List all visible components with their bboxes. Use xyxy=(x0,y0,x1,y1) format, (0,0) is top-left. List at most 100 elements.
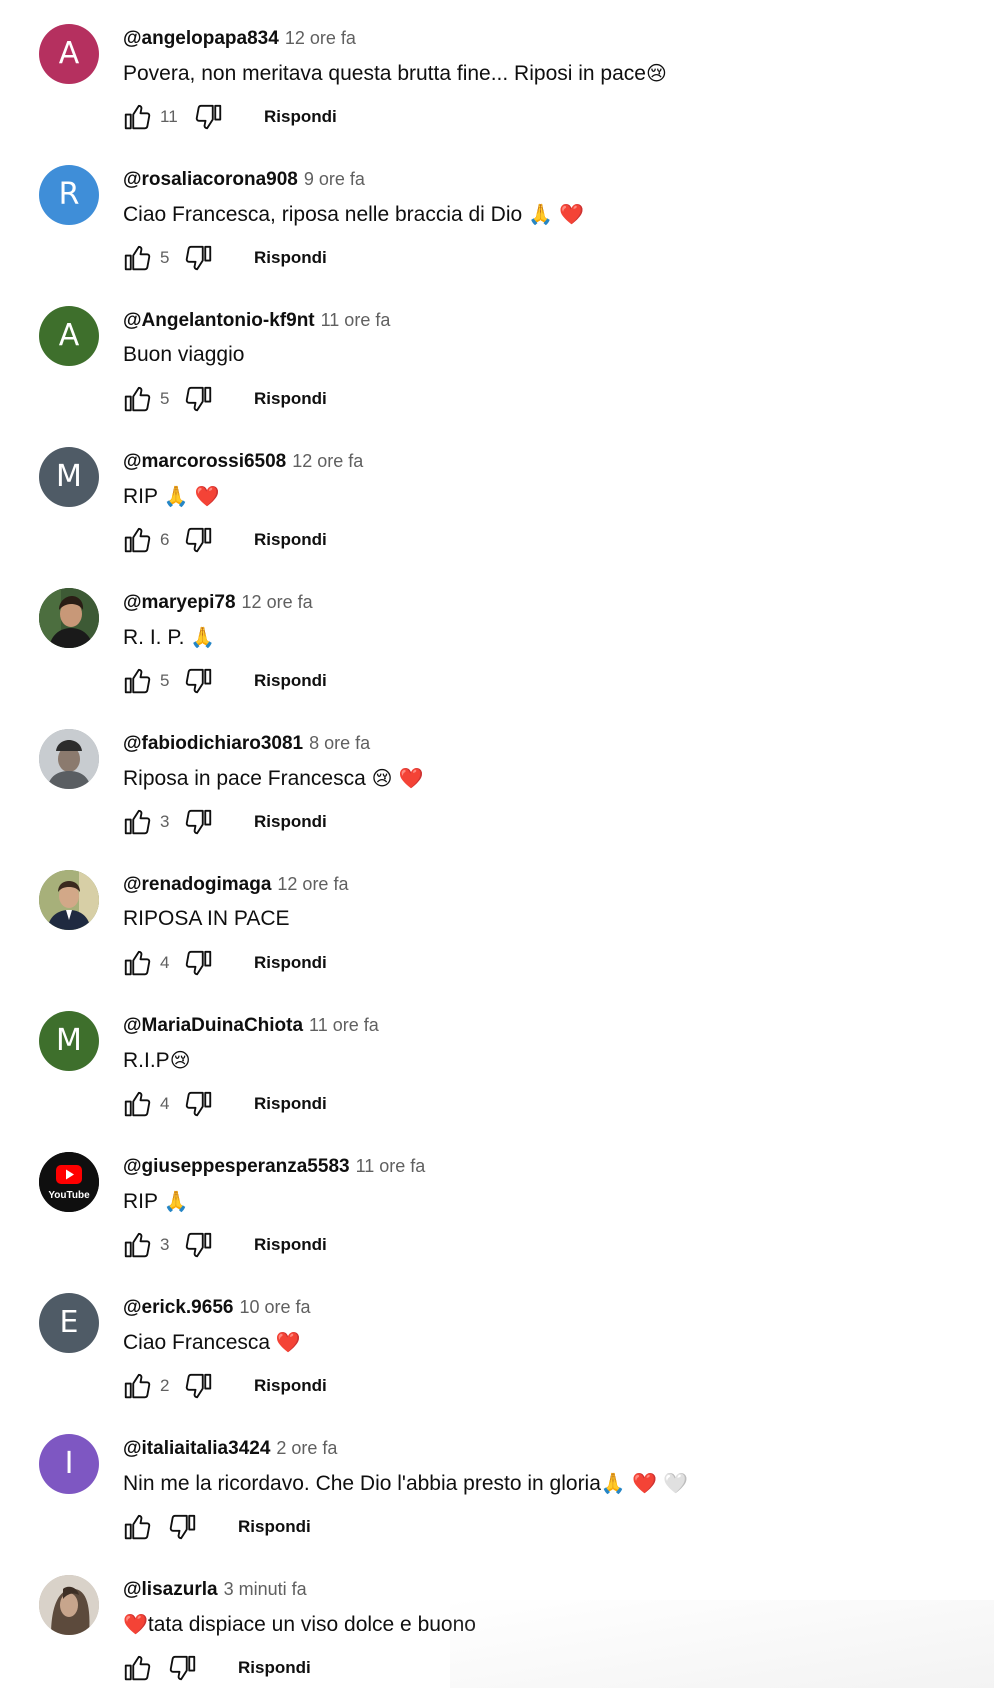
comment-author[interactable]: @MariaDuinaChiota xyxy=(123,1015,303,1036)
dislike-button[interactable] xyxy=(182,1369,216,1403)
thumbs-up-icon xyxy=(124,809,151,835)
reply-button[interactable]: Rispondi xyxy=(264,107,337,127)
avatar[interactable]: A xyxy=(39,24,99,84)
like-button[interactable] xyxy=(120,1510,154,1544)
comment-author[interactable]: @angelopapa834 xyxy=(123,28,279,49)
thumbs-up-icon xyxy=(124,668,151,694)
comment-text: RIPOSA IN PACE xyxy=(123,905,290,933)
thumbs-up-icon xyxy=(124,386,151,412)
comment-time[interactable]: 12 ore fa xyxy=(292,451,363,471)
comment-text-content: RIP xyxy=(123,485,158,508)
reply-button[interactable]: Rispondi xyxy=(254,530,327,550)
like-count: 3 xyxy=(160,1235,170,1254)
like-button[interactable] xyxy=(120,1369,154,1403)
like-button[interactable] xyxy=(120,1087,154,1121)
like-count: 5 xyxy=(160,248,170,267)
comment-author[interactable]: @italiaitalia3424 xyxy=(123,1438,270,1459)
comment-author[interactable]: @maryepi78 xyxy=(123,592,236,613)
dislike-button[interactable] xyxy=(182,1228,216,1262)
thumbs-up-icon xyxy=(124,1373,151,1399)
dislike-button[interactable] xyxy=(182,946,216,980)
dislike-button[interactable] xyxy=(182,382,216,416)
comment-time[interactable]: 12 ore fa xyxy=(285,28,356,48)
comment-author[interactable]: @erick.9656 xyxy=(123,1297,233,1318)
like-button[interactable] xyxy=(120,664,154,698)
profile-photo-icon xyxy=(39,870,99,930)
avatar[interactable]: M xyxy=(39,1011,99,1071)
like-button[interactable] xyxy=(120,523,154,557)
comment-author[interactable]: @renadogimaga xyxy=(123,874,271,895)
reply-button[interactable]: Rispondi xyxy=(254,1094,327,1114)
comment-time[interactable]: 12 ore fa xyxy=(242,592,313,612)
dislike-button[interactable] xyxy=(166,1510,200,1544)
like-button[interactable] xyxy=(120,946,154,980)
thumbs-down-icon xyxy=(185,1091,212,1117)
avatar[interactable]: I xyxy=(39,1434,99,1494)
comment-time[interactable]: 3 minuti fa xyxy=(224,1579,307,1599)
avatar[interactable]: A xyxy=(39,306,99,366)
comment-author[interactable]: @lisazurla xyxy=(123,1579,218,1600)
dislike-button[interactable] xyxy=(182,664,216,698)
comment-time[interactable]: 9 ore fa xyxy=(304,169,365,189)
comment-author[interactable]: @fabiodichiaro3081 xyxy=(123,733,303,754)
avatar[interactable] xyxy=(39,588,99,648)
comment-header: @erick.9656 10 ore fa xyxy=(123,1295,311,1320)
comment-time[interactable]: 11 ore fa xyxy=(309,1015,379,1035)
comment-actions: 5 Rispondi xyxy=(120,664,327,698)
avatar[interactable]: M xyxy=(39,447,99,507)
reply-button[interactable]: Rispondi xyxy=(254,1235,327,1255)
reply-button[interactable]: Rispondi xyxy=(254,953,327,973)
dislike-button[interactable] xyxy=(166,1651,200,1685)
avatar-letter: E xyxy=(59,1305,79,1340)
comment-author[interactable]: @giuseppesperanza5583 xyxy=(123,1156,350,1177)
like-button[interactable] xyxy=(120,100,154,134)
comment-time[interactable]: 11 ore fa xyxy=(356,1156,426,1176)
comment-author[interactable]: @Angelantonio-kf9nt xyxy=(123,310,315,331)
comment-emoji: ❤️ xyxy=(123,1612,148,1636)
comment-time[interactable]: 8 ore fa xyxy=(309,733,370,753)
dislike-button[interactable] xyxy=(182,523,216,557)
reply-button[interactable]: Rispondi xyxy=(254,389,327,409)
reply-button[interactable]: Rispondi xyxy=(254,671,327,691)
like-button[interactable] xyxy=(120,805,154,839)
comment-text: R. I. P. 🙏 xyxy=(123,623,215,652)
avatar[interactable] xyxy=(39,729,99,789)
reply-button[interactable]: Rispondi xyxy=(238,1658,311,1678)
comment-time[interactable]: 2 ore fa xyxy=(276,1438,337,1458)
comment-author[interactable]: @rosaliacorona908 xyxy=(123,169,298,190)
reply-button[interactable]: Rispondi xyxy=(254,812,327,832)
like-button[interactable] xyxy=(120,241,154,275)
like-button[interactable] xyxy=(120,1228,154,1262)
dislike-button[interactable] xyxy=(182,1087,216,1121)
comment-item: E @erick.9656 10 ore fa Ciao Francesca ❤️… xyxy=(0,1269,994,1410)
comment-text-content: R.I.P xyxy=(123,1049,170,1072)
comment-item: @fabiodichiaro3081 8 ore fa Riposa in pac… xyxy=(0,705,994,846)
comment-emoji: 🙏 ❤️ xyxy=(528,202,585,226)
comment-time[interactable]: 11 ore fa xyxy=(321,310,391,330)
avatar[interactable]: R xyxy=(39,165,99,225)
avatar[interactable]: E xyxy=(39,1293,99,1353)
dislike-button[interactable] xyxy=(182,805,216,839)
avatar[interactable] xyxy=(39,870,99,930)
profile-photo-icon xyxy=(39,588,99,648)
avatar[interactable] xyxy=(39,1575,99,1635)
dislike-button[interactable] xyxy=(182,241,216,275)
comment-text-content: Riposa in pace Francesca xyxy=(123,767,366,790)
comment-emoji: 😢 xyxy=(645,61,667,85)
comment-text-content: Nin me la ricordavo. Che Dio l'abbia pre… xyxy=(123,1472,601,1495)
avatar[interactable]: YouTube xyxy=(39,1152,99,1212)
comment-time[interactable]: 10 ore fa xyxy=(239,1297,310,1317)
youtube-logo-icon: YouTube xyxy=(39,1152,99,1212)
thumbs-down-icon xyxy=(185,527,212,553)
like-button[interactable] xyxy=(120,382,154,416)
like-button[interactable] xyxy=(120,1651,154,1685)
comment-text: Riposa in pace Francesca 😢 ❤️ xyxy=(123,764,424,793)
comment-actions: 11 Rispondi xyxy=(120,100,337,134)
dislike-button[interactable] xyxy=(192,100,226,134)
reply-button[interactable]: Rispondi xyxy=(238,1517,311,1537)
reply-button[interactable]: Rispondi xyxy=(254,248,327,268)
comment-actions: 6 Rispondi xyxy=(120,523,327,557)
comment-author[interactable]: @marcorossi6508 xyxy=(123,451,286,472)
comment-time[interactable]: 12 ore fa xyxy=(277,874,348,894)
reply-button[interactable]: Rispondi xyxy=(254,1376,327,1396)
